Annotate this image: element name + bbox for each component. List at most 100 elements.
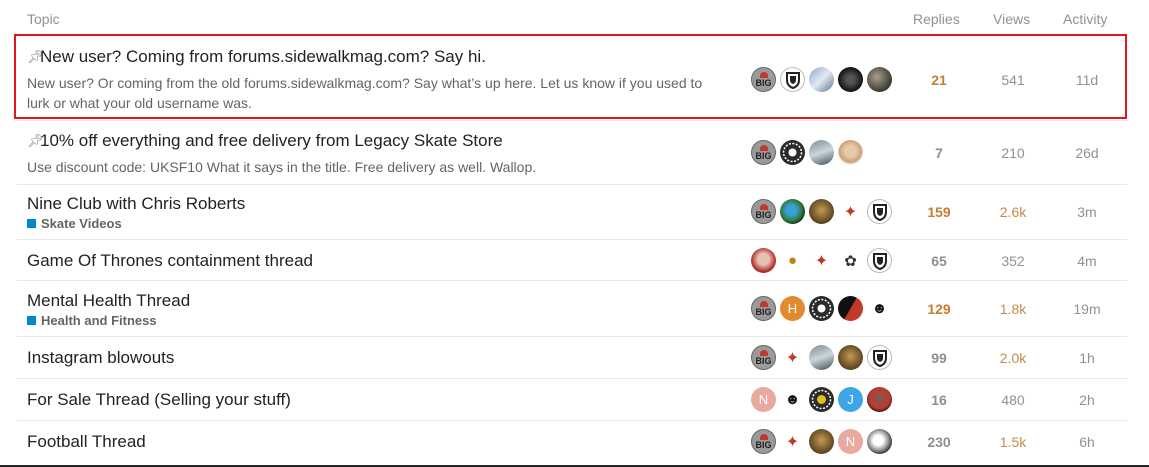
poster-avatars: BIG ✦ <box>751 199 901 224</box>
replies-count[interactable]: 129 <box>909 301 969 317</box>
avatar[interactable]: ☻ <box>867 296 892 321</box>
avatar[interactable] <box>780 140 805 165</box>
topic-row: Mental Health Thread Health and Fitness … <box>17 281 1127 337</box>
topic-row: Nine Club with Chris Roberts Skate Video… <box>17 185 1127 240</box>
topic-excerpt: Use discount code: UKSF10 What it says i… <box>27 159 537 175</box>
avatar[interactable]: BIG <box>751 429 776 454</box>
poster-avatars: N ☻ J <box>751 387 901 412</box>
avatar[interactable]: J <box>838 387 863 412</box>
views-count: 1.8k <box>999 301 1027 317</box>
topic-row: Football Thread BIG ✦ N 230 1.5k 6h <box>17 421 1127 463</box>
views-count: 541 <box>1001 72 1025 88</box>
avatar[interactable]: ✦ <box>838 199 863 224</box>
avatar[interactable] <box>809 387 834 412</box>
views-count: 480 <box>1001 392 1025 408</box>
category-color-square <box>27 316 36 325</box>
avatar[interactable]: ✿ <box>838 248 863 273</box>
activity-time[interactable]: 2h <box>1057 392 1117 408</box>
views-count: 1.5k <box>999 434 1027 450</box>
avatar[interactable] <box>809 67 834 92</box>
topic-title-link[interactable]: Instagram blowouts <box>27 348 174 368</box>
header-views[interactable]: Views <box>993 11 1030 27</box>
replies-count[interactable]: 21 <box>909 72 969 88</box>
avatar[interactable]: ☻ <box>780 387 805 412</box>
topic-title-link[interactable]: Game Of Thrones containment thread <box>27 251 313 271</box>
replies-count[interactable]: 65 <box>909 253 969 269</box>
topic-row: 📌︎New user? Coming from forums.sidewalkm… <box>17 36 1127 121</box>
avatar[interactable] <box>867 429 892 454</box>
avatar[interactable]: ✦ <box>809 248 834 273</box>
topic-title-link[interactable]: Football Thread <box>27 432 146 452</box>
avatar[interactable] <box>809 296 834 321</box>
replies-count[interactable]: 159 <box>909 204 969 220</box>
poster-avatars: BIG <box>751 67 901 92</box>
avatar[interactable]: ✦ <box>780 429 805 454</box>
activity-time[interactable]: 26d <box>1057 145 1117 161</box>
views-count: 210 <box>1001 145 1025 161</box>
activity-time[interactable]: 4m <box>1057 253 1117 269</box>
avatar[interactable] <box>809 429 834 454</box>
avatar[interactable] <box>867 387 892 412</box>
avatar[interactable] <box>867 67 892 92</box>
avatar[interactable]: BIG <box>751 140 776 165</box>
activity-time[interactable]: 6h <box>1057 434 1117 450</box>
activity-time[interactable]: 1h <box>1057 350 1117 366</box>
replies-count[interactable]: 230 <box>909 434 969 450</box>
avatar[interactable] <box>867 248 892 273</box>
topic-row: 📌︎10% off everything and free delivery f… <box>17 121 1127 185</box>
avatar[interactable] <box>780 199 805 224</box>
category-color-square <box>27 219 36 228</box>
replies-count[interactable]: 16 <box>909 392 969 408</box>
topic-title-link[interactable]: Mental Health Thread <box>27 291 190 311</box>
poster-avatars: BIG H ☻ <box>751 296 901 321</box>
pin-icon: 📌︎ <box>27 49 44 64</box>
avatar[interactable] <box>751 248 776 273</box>
avatar[interactable]: N <box>838 429 863 454</box>
avatar[interactable]: H <box>780 296 805 321</box>
views-count: 2.6k <box>999 204 1027 220</box>
avatar[interactable]: BIG <box>751 67 776 92</box>
topic-title-link[interactable]: 📌︎New user? Coming from forums.sidewalkm… <box>27 47 486 67</box>
poster-avatars: BIG ✦ <box>751 345 901 370</box>
avatar[interactable]: BIG <box>751 199 776 224</box>
avatar[interactable]: N <box>751 387 776 412</box>
header-activity[interactable]: Activity <box>1063 11 1107 27</box>
avatar[interactable] <box>809 140 834 165</box>
avatar[interactable] <box>867 199 892 224</box>
avatar[interactable] <box>838 140 863 165</box>
topic-title-link[interactable]: Nine Club with Chris Roberts <box>27 194 245 214</box>
poster-avatars: BIG <box>751 140 901 165</box>
avatar[interactable] <box>838 296 863 321</box>
topic-row: Game Of Thrones containment thread ● ✦ ✿… <box>17 240 1127 281</box>
header-replies[interactable]: Replies <box>913 11 960 27</box>
views-count: 352 <box>1001 253 1025 269</box>
poster-avatars: ● ✦ ✿ <box>751 248 901 273</box>
topic-list-header: Topic Replies Views Activity <box>17 0 1127 36</box>
avatar[interactable] <box>809 199 834 224</box>
avatar[interactable]: BIG <box>751 345 776 370</box>
topic-row: For Sale Thread (Selling your stuff) N ☻… <box>17 379 1127 421</box>
avatar[interactable]: ● <box>780 248 805 273</box>
topic-row: Instagram blowouts BIG ✦ 99 2.0k 1h <box>17 337 1127 379</box>
activity-time[interactable]: 11d <box>1057 72 1117 88</box>
avatar[interactable] <box>838 345 863 370</box>
views-count: 2.0k <box>999 350 1027 366</box>
avatar[interactable] <box>809 345 834 370</box>
pin-icon: 📌︎ <box>27 133 44 148</box>
poster-avatars: BIG ✦ N <box>751 429 901 454</box>
replies-count[interactable]: 99 <box>909 350 969 366</box>
avatar[interactable]: BIG <box>751 296 776 321</box>
avatar[interactable] <box>867 345 892 370</box>
activity-time[interactable]: 19m <box>1057 301 1117 317</box>
category-badge[interactable]: Skate Videos <box>27 216 122 231</box>
avatar[interactable] <box>838 67 863 92</box>
topic-title-link[interactable]: 📌︎10% off everything and free delivery f… <box>27 131 503 151</box>
avatar[interactable] <box>780 67 805 92</box>
activity-time[interactable]: 3m <box>1057 204 1117 220</box>
avatar[interactable]: ✦ <box>780 345 805 370</box>
header-topic[interactable]: Topic <box>27 11 60 27</box>
category-badge[interactable]: Health and Fitness <box>27 313 157 328</box>
topic-excerpt: New user? Or coming from the old forums.… <box>27 75 703 111</box>
replies-count[interactable]: 7 <box>909 145 969 161</box>
topic-title-link[interactable]: For Sale Thread (Selling your stuff) <box>27 390 291 410</box>
